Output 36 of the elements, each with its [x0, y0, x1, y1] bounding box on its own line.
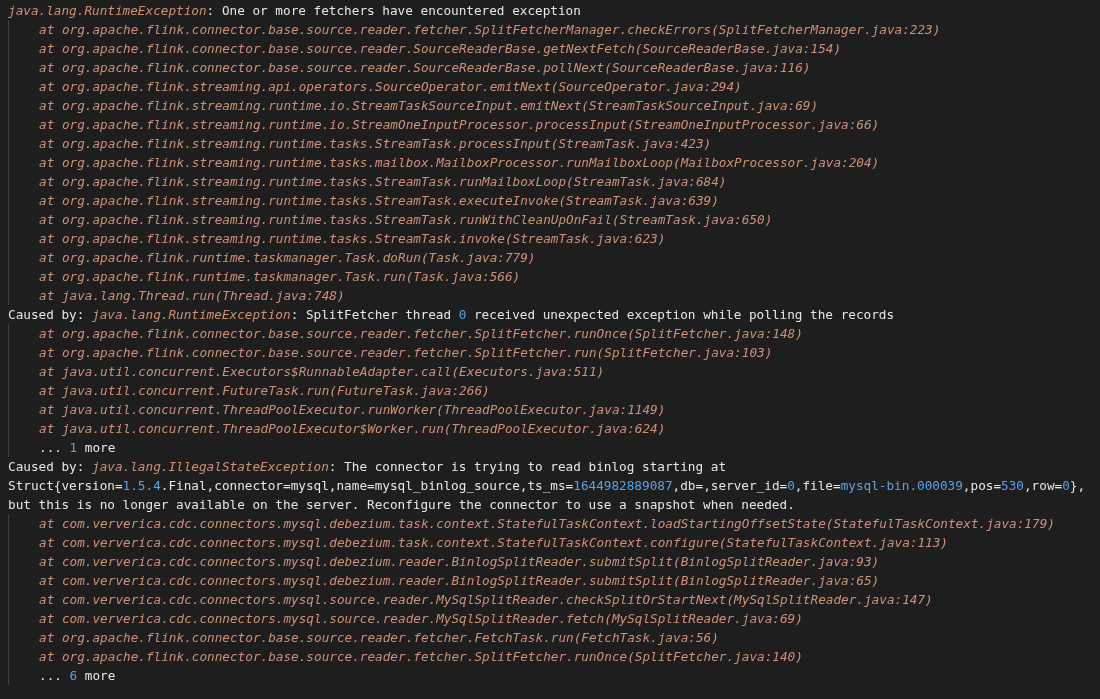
stack-trace-line: at org.apache.flink.streaming.runtime.io.StreamOneInputProcessor.processInput(StreamOneInputProcessor.java:66): [39, 116, 880, 134]
stack-trace-line: at org.apache.flink.runtime.taskmanager.Task.run(Task.java:566): [39, 268, 521, 286]
log-line: but this is no longer available on the server. Reconfigure the connector to use a snapshot when needed.: [8, 496, 795, 514]
stack-trace-line: at java.util.concurrent.Executors$RunnableAdapter.call(Executors.java:511): [39, 363, 605, 381]
stack-trace-line: at org.apache.flink.connector.base.source.reader.fetcher.SplitFetcherManager.checkErrors(SplitFetcherManager.java:223): [39, 21, 941, 39]
stack-trace-line: at org.apache.flink.streaming.runtime.tasks.StreamTask.runWithCleanUpOnFail(StreamTask.java:650): [39, 211, 773, 229]
stack-trace-line: at org.apache.flink.connector.base.source.reader.SourceReaderBase.getNextFetch(SourceReaderBase.java:154): [39, 40, 842, 58]
stack-trace-line: at org.apache.flink.streaming.runtime.tasks.StreamTask.runMailboxLoop(StreamTask.java:684): [39, 173, 727, 191]
stack-trace-line: at java.util.concurrent.FutureTask.run(FutureTask.java:266): [39, 382, 490, 400]
stack-trace-line: at java.util.concurrent.ThreadPoolExecutor$Worker.run(ThreadPoolExecutor.java:624): [39, 420, 666, 438]
stack-trace-line: at java.lang.Thread.run(Thread.java:748): [39, 287, 345, 305]
stack-trace-line: at com.ververica.cdc.connectors.mysql.debezium.reader.BinlogSplitReader.submitSplit(BinlogSplitReader.java:65): [39, 572, 880, 590]
stack-trace-line: ... 1 more: [39, 439, 116, 457]
stack-trace-line: ... 6 more: [39, 667, 116, 685]
stack-trace-line: at org.apache.flink.streaming.runtime.io.StreamTaskSourceInput.emitNext(StreamTaskSourceInput.java:69): [39, 97, 819, 115]
log-line: Caused by: java.lang.RuntimeException: SplitFetcher thread 0 received unexpected exception while polling the records: [8, 306, 895, 324]
log-line: java.lang.RuntimeException: One or more fetchers have encountered exception: [8, 2, 581, 20]
log-line: Struct{version=1.5.4.Final,connector=mysql,name=mysql_binlog_source,ts_ms=1644982889087,db=,server_id=0,file=mysql-bin.000039,pos=530,row=0},: [8, 477, 1086, 495]
stack-trace-line: at org.apache.flink.connector.base.source.reader.fetcher.FetchTask.run(FetchTask.java:56): [39, 629, 719, 647]
stack-trace-line: at org.apache.flink.connector.base.source.reader.SourceReaderBase.pollNext(SourceReaderBase.java:116): [39, 59, 811, 77]
stack-trace-line: at org.apache.flink.runtime.taskmanager.Task.doRun(Task.java:779): [39, 249, 536, 267]
log-line: Caused by: java.lang.IllegalStateException: The connector is trying to read binlog starting at: [8, 458, 727, 476]
stack-trace-line: at com.ververica.cdc.connectors.mysql.source.reader.MySqlSplitReader.checkSplitOrStartNext(MySqlSplitReader.java:147): [39, 591, 933, 609]
stack-trace-line: at org.apache.flink.connector.base.source.reader.fetcher.SplitFetcher.run(SplitFetcher.java:103): [39, 344, 773, 362]
stack-trace-line: at org.apache.flink.streaming.runtime.tasks.StreamTask.processInput(StreamTask.java:423): [39, 135, 712, 153]
stack-trace-line: at org.apache.flink.streaming.runtime.tasks.mailbox.MailboxProcessor.runMailboxLoop(MailboxProcessor.java:204): [39, 154, 880, 172]
stack-trace-line: at com.ververica.cdc.connectors.mysql.debezium.reader.BinlogSplitReader.submitSplit(BinlogSplitReader.java:93): [39, 553, 880, 571]
stack-trace-line: at com.ververica.cdc.connectors.mysql.debezium.task.context.StatefulTaskContext.loadStartingOffsetState(StatefulTaskContext.java:179): [39, 515, 1055, 533]
stack-trace-line: at org.apache.flink.streaming.runtime.tasks.StreamTask.invoke(StreamTask.java:623): [39, 230, 666, 248]
stack-trace-line: at org.apache.flink.streaming.api.operators.SourceOperator.emitNext(SourceOperator.java:294): [39, 78, 742, 96]
stack-trace-line: at com.ververica.cdc.connectors.mysql.source.reader.MySqlSplitReader.fetch(MySqlSplitReader.java:69): [39, 610, 803, 628]
stack-trace-line: at org.apache.flink.connector.base.source.reader.fetcher.SplitFetcher.runOnce(SplitFetcher.java:140): [39, 648, 803, 666]
stack-trace-line: at com.ververica.cdc.connectors.mysql.debezium.task.context.StatefulTaskContext.configure(StatefulTaskContext.java:113): [39, 534, 948, 552]
stack-trace-line: at org.apache.flink.streaming.runtime.tasks.StreamTask.executeInvoke(StreamTask.java:639): [39, 192, 719, 210]
stack-trace-line: at java.util.concurrent.ThreadPoolExecutor.runWorker(ThreadPoolExecutor.java:1149): [39, 401, 666, 419]
stack-trace-line: at org.apache.flink.connector.base.source.reader.fetcher.SplitFetcher.runOnce(SplitFetcher.java:148): [39, 325, 803, 343]
